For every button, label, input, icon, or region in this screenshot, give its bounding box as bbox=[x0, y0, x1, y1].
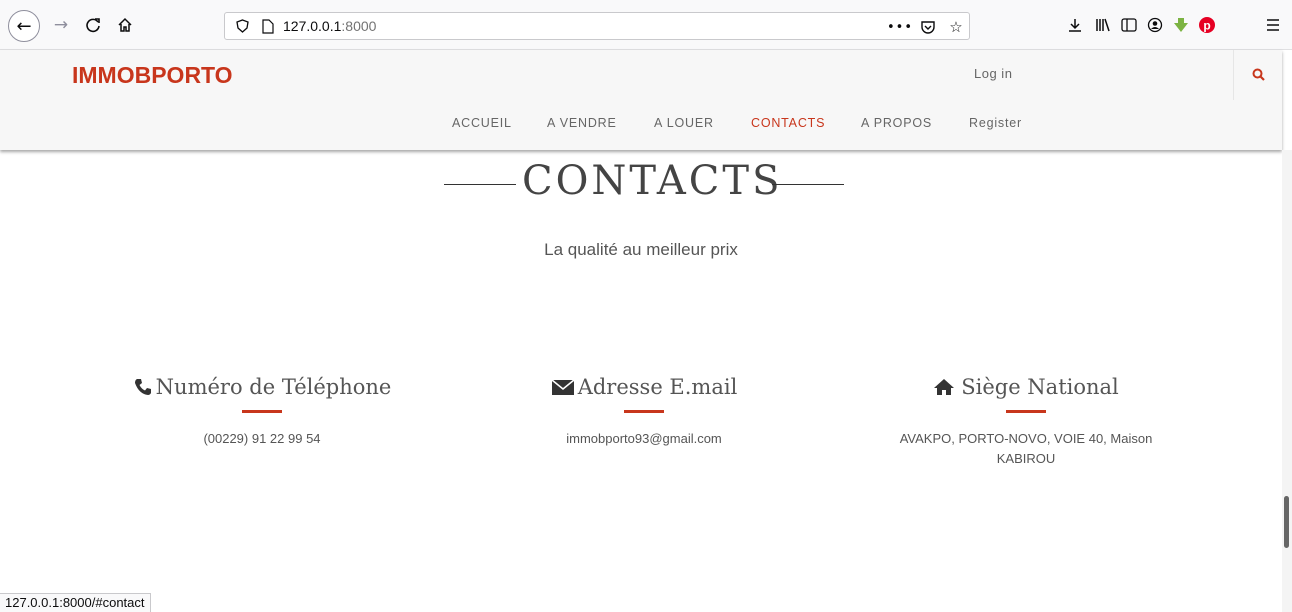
nav-a-propos[interactable]: A PROPOS bbox=[861, 116, 932, 130]
home-icon bbox=[118, 17, 132, 32]
site-logo[interactable]: IMMOBPORTO bbox=[72, 62, 233, 89]
home-icon bbox=[934, 379, 955, 395]
home-button[interactable] bbox=[110, 10, 140, 40]
nav-contacts[interactable]: CONTACTS bbox=[751, 116, 825, 130]
search-button[interactable] bbox=[1246, 62, 1270, 86]
scrollbar-thumb[interactable] bbox=[1284, 496, 1289, 548]
email-address: immobporto93@gmail.com bbox=[566, 431, 722, 446]
pinterest-icon[interactable]: p bbox=[1196, 14, 1218, 36]
contact-phone: Numéro de Téléphone (00229) 91 22 99 54 bbox=[72, 372, 452, 449]
email-heading: Adresse E.mail bbox=[577, 375, 738, 399]
nav-a-vendre[interactable]: A VENDRE bbox=[547, 116, 617, 130]
page-actions-button[interactable]: ••• bbox=[887, 16, 912, 38]
nav-register[interactable]: Register bbox=[969, 116, 1022, 130]
contact-headquarters: Siège National AVAKPO, PORTO-NOVO, VOIE … bbox=[836, 372, 1216, 469]
page-info-icon[interactable] bbox=[259, 17, 277, 35]
forward-button[interactable]: → bbox=[46, 10, 76, 40]
title-line-right bbox=[772, 184, 844, 185]
heading-underline bbox=[242, 410, 282, 413]
url-host: 127.0.0.1 bbox=[283, 18, 342, 34]
phone-heading: Numéro de Téléphone bbox=[155, 375, 392, 399]
shield-icon[interactable] bbox=[233, 17, 251, 35]
page-title: CONTACTS bbox=[522, 158, 783, 204]
url-text[interactable]: 127.0.0.1:8000 bbox=[283, 18, 376, 34]
phone-number: (00229) 91 22 99 54 bbox=[203, 431, 321, 446]
nav-a-louer[interactable]: A LOUER bbox=[654, 116, 714, 130]
site-header: IMMOBPORTO Log in ACCUEIL A VENDRE A LOU… bbox=[0, 50, 1282, 150]
section-title: CONTACTS bbox=[444, 158, 844, 208]
heading-underline bbox=[624, 410, 664, 413]
status-bar-url: 127.0.0.1:8000/#contact bbox=[0, 593, 151, 612]
search-divider bbox=[1233, 50, 1234, 100]
search-icon bbox=[1252, 68, 1265, 81]
arrow-left-icon: ← bbox=[16, 15, 32, 37]
section-subtitle: La qualité au meilleur prix bbox=[544, 240, 738, 259]
account-icon[interactable] bbox=[1144, 14, 1166, 36]
contact-email: Adresse E.mail immobporto93@gmail.com bbox=[454, 372, 834, 449]
back-button[interactable]: ← bbox=[8, 10, 40, 42]
main-nav: ACCUEIL A VENDRE A LOUER CONTACTS A PROP… bbox=[0, 116, 1282, 136]
arrow-right-icon: → bbox=[53, 15, 69, 35]
heading-underline bbox=[1006, 410, 1046, 413]
phone-icon bbox=[134, 379, 151, 395]
reload-button[interactable] bbox=[78, 10, 108, 40]
nav-accueil[interactable]: ACCUEIL bbox=[452, 116, 512, 130]
download-icon[interactable] bbox=[1064, 14, 1086, 36]
extension-download-icon[interactable] bbox=[1170, 14, 1192, 36]
url-bar[interactable]: 127.0.0.1:8000 ••• ☆ bbox=[224, 12, 970, 40]
bookmark-star-icon[interactable]: ☆ bbox=[945, 16, 967, 38]
url-port: :8000 bbox=[341, 18, 377, 34]
browser-toolbar: ← → 127.0.0.1:8000 ••• ☆ p bbox=[0, 0, 1292, 50]
menu-icon[interactable] bbox=[1262, 14, 1284, 36]
title-line-left bbox=[444, 184, 516, 185]
login-link[interactable]: Log in bbox=[974, 66, 1012, 81]
envelope-icon bbox=[551, 379, 575, 395]
library-icon[interactable] bbox=[1092, 14, 1114, 36]
headquarters-address: AVAKPO, PORTO-NOVO, VOIE 40, Maison KABI… bbox=[899, 431, 1153, 466]
reload-icon bbox=[86, 18, 100, 33]
svg-text:p: p bbox=[1203, 19, 1210, 33]
pocket-icon[interactable] bbox=[917, 16, 939, 38]
sidebar-icon[interactable] bbox=[1118, 14, 1140, 36]
headquarters-heading: Siège National bbox=[961, 375, 1119, 399]
